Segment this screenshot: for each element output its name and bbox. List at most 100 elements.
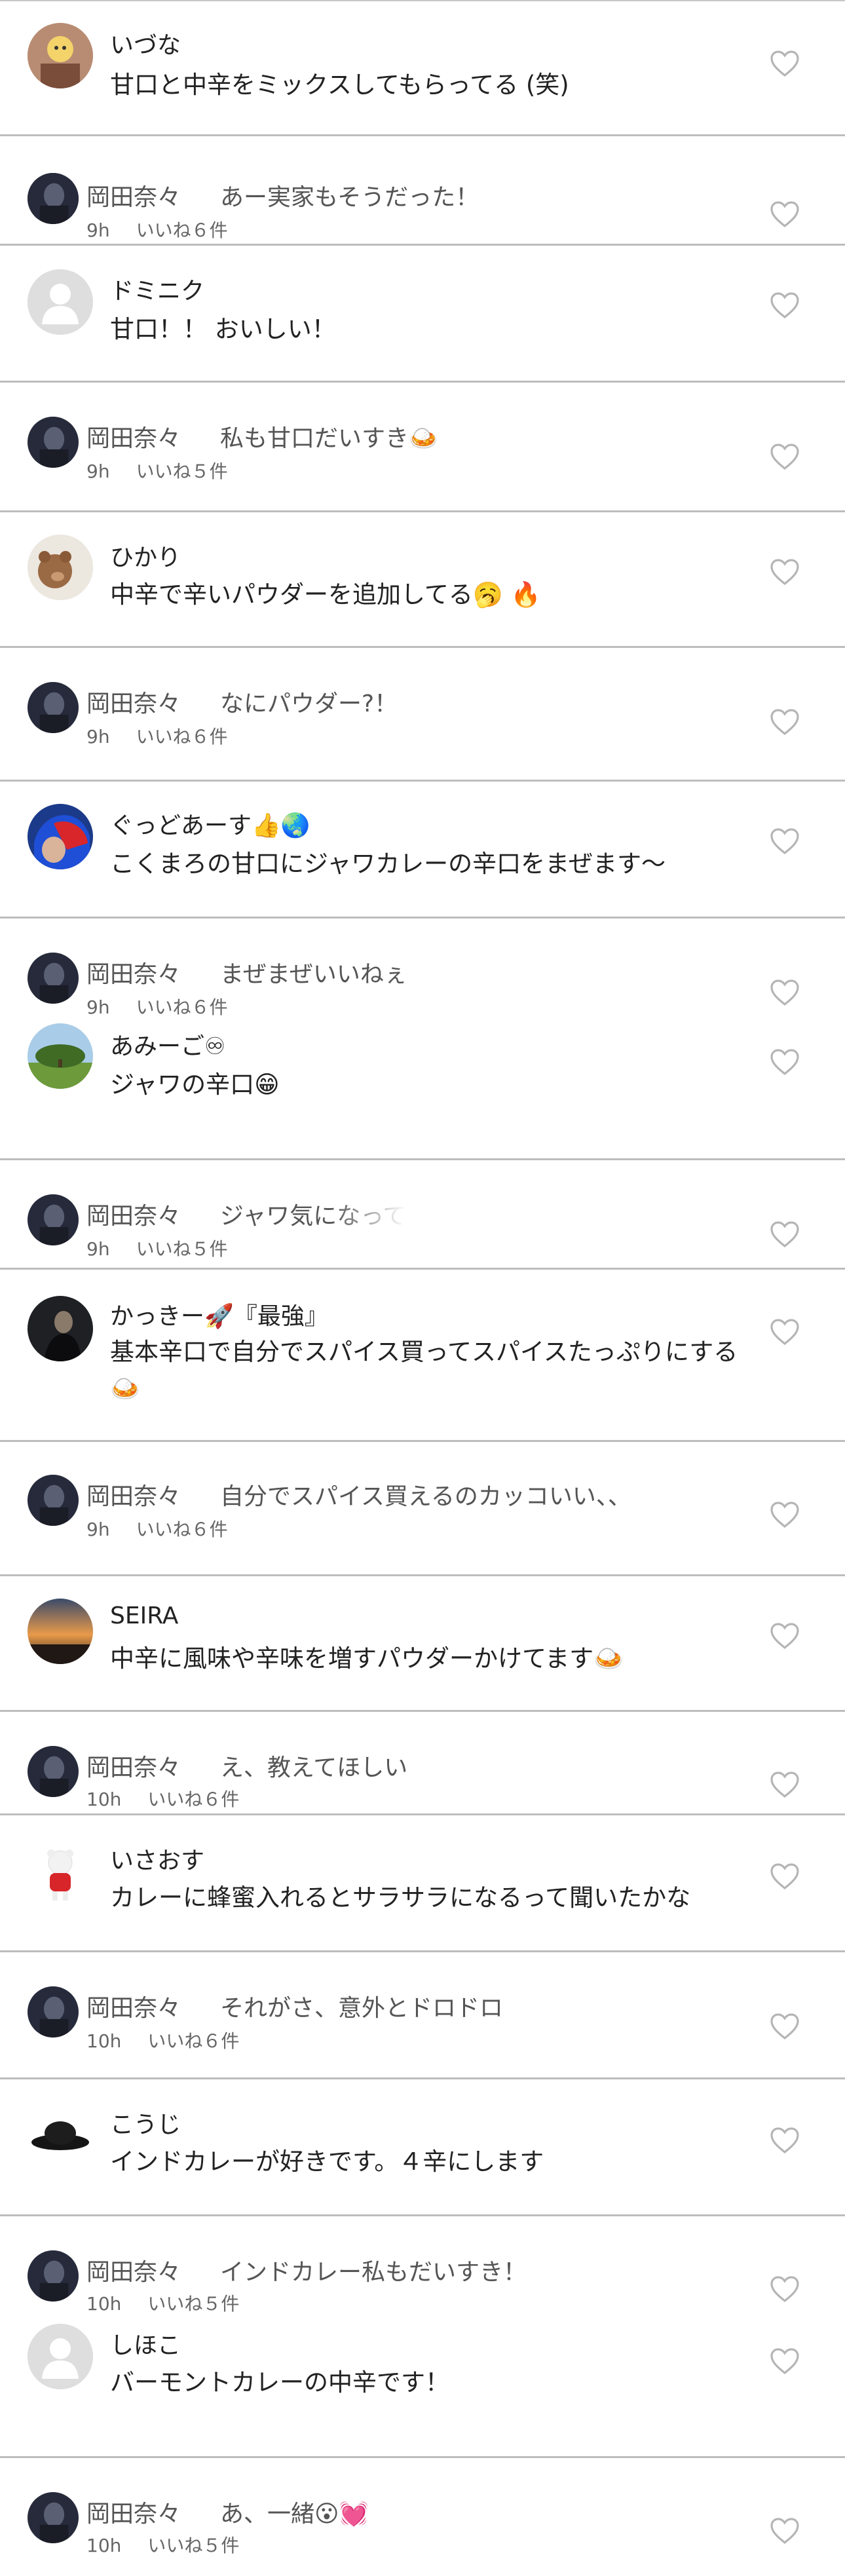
heart-outline-icon[interactable]: [769, 2274, 800, 2303]
reply-time: 9h: [86, 1519, 110, 1540]
heart-outline-icon[interactable]: [769, 557, 800, 586]
reply-author[interactable]: 岡田奈々: [86, 1749, 181, 1783]
comment-author[interactable]: いさおす: [110, 1842, 204, 1876]
heart-outline-icon[interactable]: [769, 2125, 800, 2154]
black-hat-avatar[interactable]: [28, 2103, 93, 2169]
heart-outline-icon[interactable]: [769, 290, 800, 319]
reply: 岡田奈々 インドカレー私もだいすき！ 10h いいね５件: [0, 2216, 845, 2315]
comment-text: 甘口！！ おいしい！: [110, 315, 336, 343]
reply-likes[interactable]: いいね６件: [136, 1519, 228, 1540]
dark-portrait-avatar[interactable]: [28, 173, 79, 224]
heart-outline-icon[interactable]: [769, 2346, 800, 2375]
reply-likes[interactable]: いいね６件: [136, 996, 228, 1018]
dark-portrait-avatar[interactable]: [28, 1194, 79, 1245]
comment-author[interactable]: こうじ: [110, 2106, 181, 2140]
heart-outline-icon[interactable]: [769, 48, 800, 77]
dark-portrait-avatar[interactable]: [28, 682, 79, 733]
sunset-avatar[interactable]: [28, 1599, 93, 1664]
heart-outline-icon[interactable]: [769, 2516, 800, 2545]
reply-author[interactable]: 岡田奈々: [86, 2253, 181, 2287]
comment-text: 基本辛口で自分でスパイス買ってスパイスたっぷりにする🍛: [110, 1338, 738, 1403]
reply-author[interactable]: 岡田奈々: [86, 1477, 181, 1511]
comment: ぐっどあーす👍🌏 こくまろの甘口にジャワカレーの辛口をまぜます～: [0, 782, 845, 919]
dark-portrait-avatar[interactable]: [28, 2250, 79, 2301]
comment-thread: いさおす カレーに蜂蜜入れるとサラサラになるって聞いたかな: [0, 1815, 845, 1952]
comment-author[interactable]: SEIRA: [110, 1602, 178, 1629]
reply-likes[interactable]: いいね６件: [136, 726, 228, 748]
comment-thread: かっきー🚀『最強』 基本辛口で自分でスパイス買ってスパイスたっぷりにする🍛: [0, 1270, 845, 1442]
reply-likes[interactable]: いいね６件: [136, 219, 228, 241]
dark-portrait-avatar[interactable]: [28, 953, 79, 1004]
heart-outline-icon[interactable]: [769, 826, 800, 855]
reply-text: ジャワ気になって: [220, 1203, 407, 1230]
tree-landscape-avatar[interactable]: [28, 1023, 93, 1089]
comment-thread: ぐっどあーす👍🌏 こくまろの甘口にジャワカレーの辛口をまぜます～: [0, 782, 845, 919]
comment-author[interactable]: しほこ: [110, 2326, 181, 2360]
comment-author[interactable]: いづな: [110, 26, 181, 60]
reply-author[interactable]: 岡田奈々: [86, 2495, 181, 2529]
reply: 岡田奈々 自分でスパイス買えるのカッコいい、、 9h いいね６件: [0, 1442, 845, 1576]
reply-text: なにパウダー?！: [220, 691, 398, 717]
reply-author[interactable]: 岡田奈々: [86, 419, 181, 453]
comment-author[interactable]: かっきー🚀『最強』: [110, 1297, 328, 1331]
reply-meta: 10h いいね６件: [86, 1785, 239, 1811]
reply-likes[interactable]: いいね６件: [147, 2030, 239, 2052]
heart-outline-icon[interactable]: [769, 1317, 800, 1346]
reply-author[interactable]: 岡田奈々: [86, 178, 181, 212]
teddy-bear-avatar[interactable]: [28, 535, 93, 600]
comment-text: カレーに蜂蜜入れるとサラサラになるって聞いたかな: [110, 1884, 691, 1912]
reply-likes[interactable]: いいね５件: [147, 2535, 239, 2556]
reply-text: 私も甘口だいすき🍛: [220, 425, 438, 452]
heart-outline-icon[interactable]: [769, 1500, 800, 1528]
reply-author[interactable]: 岡田奈々: [86, 955, 181, 989]
comment-author[interactable]: あみーご♾: [110, 1027, 225, 1061]
reply-text: あー実家もそうだった！: [220, 184, 479, 211]
reply: 岡田奈々 あ、一緒😮💓 10h いいね５件: [0, 2458, 845, 2569]
reply-time: 10h: [86, 2030, 122, 2052]
dark-portrait-avatar[interactable]: [28, 1475, 79, 1526]
dark-portrait-avatar[interactable]: [28, 1986, 79, 2037]
reply-likes[interactable]: いいね５件: [136, 1238, 228, 1260]
white-bear-avatar[interactable]: [28, 1839, 93, 1904]
reply-time: 9h: [86, 726, 110, 748]
reply-likes[interactable]: いいね５件: [147, 2293, 239, 2315]
reply-text: それがさ、意外とドロドロ: [220, 1995, 504, 2022]
default-user-avatar[interactable]: [28, 269, 93, 335]
comment: いさおす カレーに蜂蜜入れるとサラサラになるって聞いたかな: [0, 1815, 845, 1952]
comment-thread: いづな 甘口と中辛をミックスしてもらってる (笑): [0, 1, 845, 136]
comment-thread: ドミニク 甘口！！ おいしい！: [0, 246, 845, 383]
comment-thread: こうじ インドカレーが好きです。４辛にします: [0, 2079, 845, 2216]
reply-time: 10h: [86, 1789, 122, 1810]
comment: しほこ バーモントカレーの中辛です！: [0, 2315, 845, 2458]
reply-author[interactable]: 岡田奈々: [86, 685, 181, 719]
comment-author[interactable]: ドミニク: [110, 272, 204, 306]
heart-outline-icon[interactable]: [769, 199, 800, 228]
reply-likes[interactable]: いいね６件: [147, 1789, 239, 1810]
heart-outline-icon[interactable]: [769, 442, 800, 470]
heart-outline-icon[interactable]: [769, 707, 800, 736]
blue-red-hair-avatar[interactable]: [28, 804, 93, 869]
reply-time: 9h: [86, 996, 110, 1018]
heart-outline-icon[interactable]: [769, 977, 800, 1006]
default-user-avatar[interactable]: [28, 2324, 93, 2389]
heart-outline-icon[interactable]: [769, 1861, 800, 1890]
heart-outline-icon[interactable]: [769, 1621, 800, 1650]
cartoon-avatar[interactable]: [28, 23, 93, 88]
heart-outline-icon[interactable]: [769, 1047, 800, 1076]
comment-author[interactable]: ぐっどあーす👍🌏: [110, 806, 310, 841]
comment-author[interactable]: ひかり: [110, 539, 181, 573]
dark-portrait-avatar[interactable]: [28, 2492, 79, 2543]
reply-meta: 10h いいね６件: [86, 2027, 239, 2053]
comment: ひかり 中辛で辛いパウダーを追加してる🥱 🔥: [0, 512, 845, 648]
reply-likes[interactable]: いいね５件: [136, 461, 228, 482]
reply-author[interactable]: 岡田奈々: [86, 1197, 181, 1231]
heart-outline-icon[interactable]: [769, 1219, 800, 1248]
dark-portrait-avatar[interactable]: [28, 417, 79, 468]
dark-person-avatar[interactable]: [28, 1296, 93, 1361]
reply-author[interactable]: 岡田奈々: [86, 1989, 181, 2023]
heart-outline-icon[interactable]: [769, 1770, 800, 1798]
reply-thread: 岡田奈々 あー実家もそうだった！ 9h いいね６件: [0, 136, 845, 246]
dark-portrait-avatar[interactable]: [28, 1746, 79, 1797]
heart-outline-icon[interactable]: [769, 2011, 800, 2040]
comment-text: 中辛に風味や辛味を増すパウダーかけてます🍛: [110, 1644, 624, 1673]
